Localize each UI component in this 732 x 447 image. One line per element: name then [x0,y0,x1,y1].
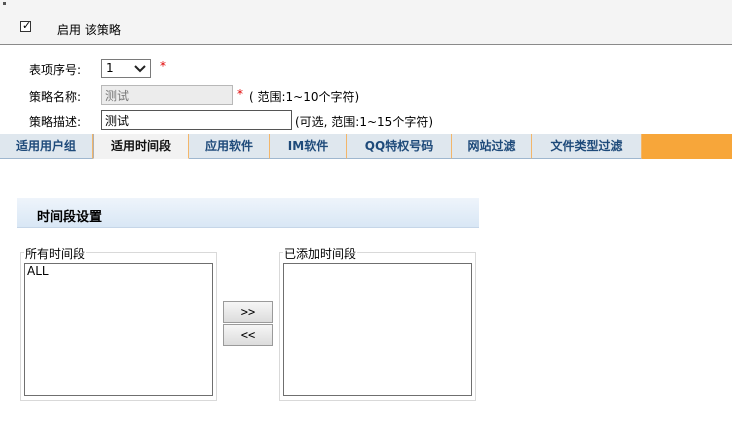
enable-policy-label: 启用 该策略 [57,23,121,37]
tab-qq-privilege[interactable]: QQ特权号码 [347,134,452,159]
tab-time-period[interactable]: 适用时间段 [93,134,189,159]
name-hint: ( 范围:1~10个字符) [249,90,360,104]
added-periods-legend: 已添加时间段 [283,245,358,262]
tab-website-filter[interactable]: 网站过滤 [452,134,532,159]
name-label: 策略名称: [29,90,82,104]
all-periods-legend: 所有时间段 [24,245,87,262]
seq-required-mark: * [160,59,166,73]
checkmark-icon: ✓ [22,19,32,32]
tab-bar: 适用用户组 适用时间段 应用软件 IM软件 QQ特权号码 网站过滤 文件类型过滤 [0,134,732,159]
tab-user-group[interactable]: 适用用户组 [0,134,93,159]
section-title: 时间段设置 [37,210,103,225]
list-item[interactable]: ALL [25,264,212,278]
add-period-button[interactable]: >> [223,301,273,323]
tab-filetype-filter[interactable]: 文件类型过滤 [532,134,642,159]
seq-select[interactable]: 1 [101,59,151,78]
added-periods-listbox[interactable] [283,263,472,396]
tab-im-software[interactable]: IM软件 [270,134,347,159]
chevron-down-icon [134,65,146,73]
policy-name-input[interactable] [101,85,233,105]
policy-desc-input[interactable] [101,110,292,130]
all-periods-listbox[interactable]: ALL [24,263,213,396]
desc-label: 策略描述: [29,115,82,129]
enable-policy-checkbox[interactable]: ✓ [20,19,32,32]
tab-applications[interactable]: 应用软件 [189,134,270,159]
name-required-mark: * [237,87,243,101]
corner-marker [3,2,6,5]
seq-select-value: 1 [106,61,114,75]
seq-label: 表项序号: [29,63,82,77]
desc-hint: (可选, 范围:1~15个字符) [295,115,433,129]
remove-period-button[interactable]: << [223,324,273,346]
